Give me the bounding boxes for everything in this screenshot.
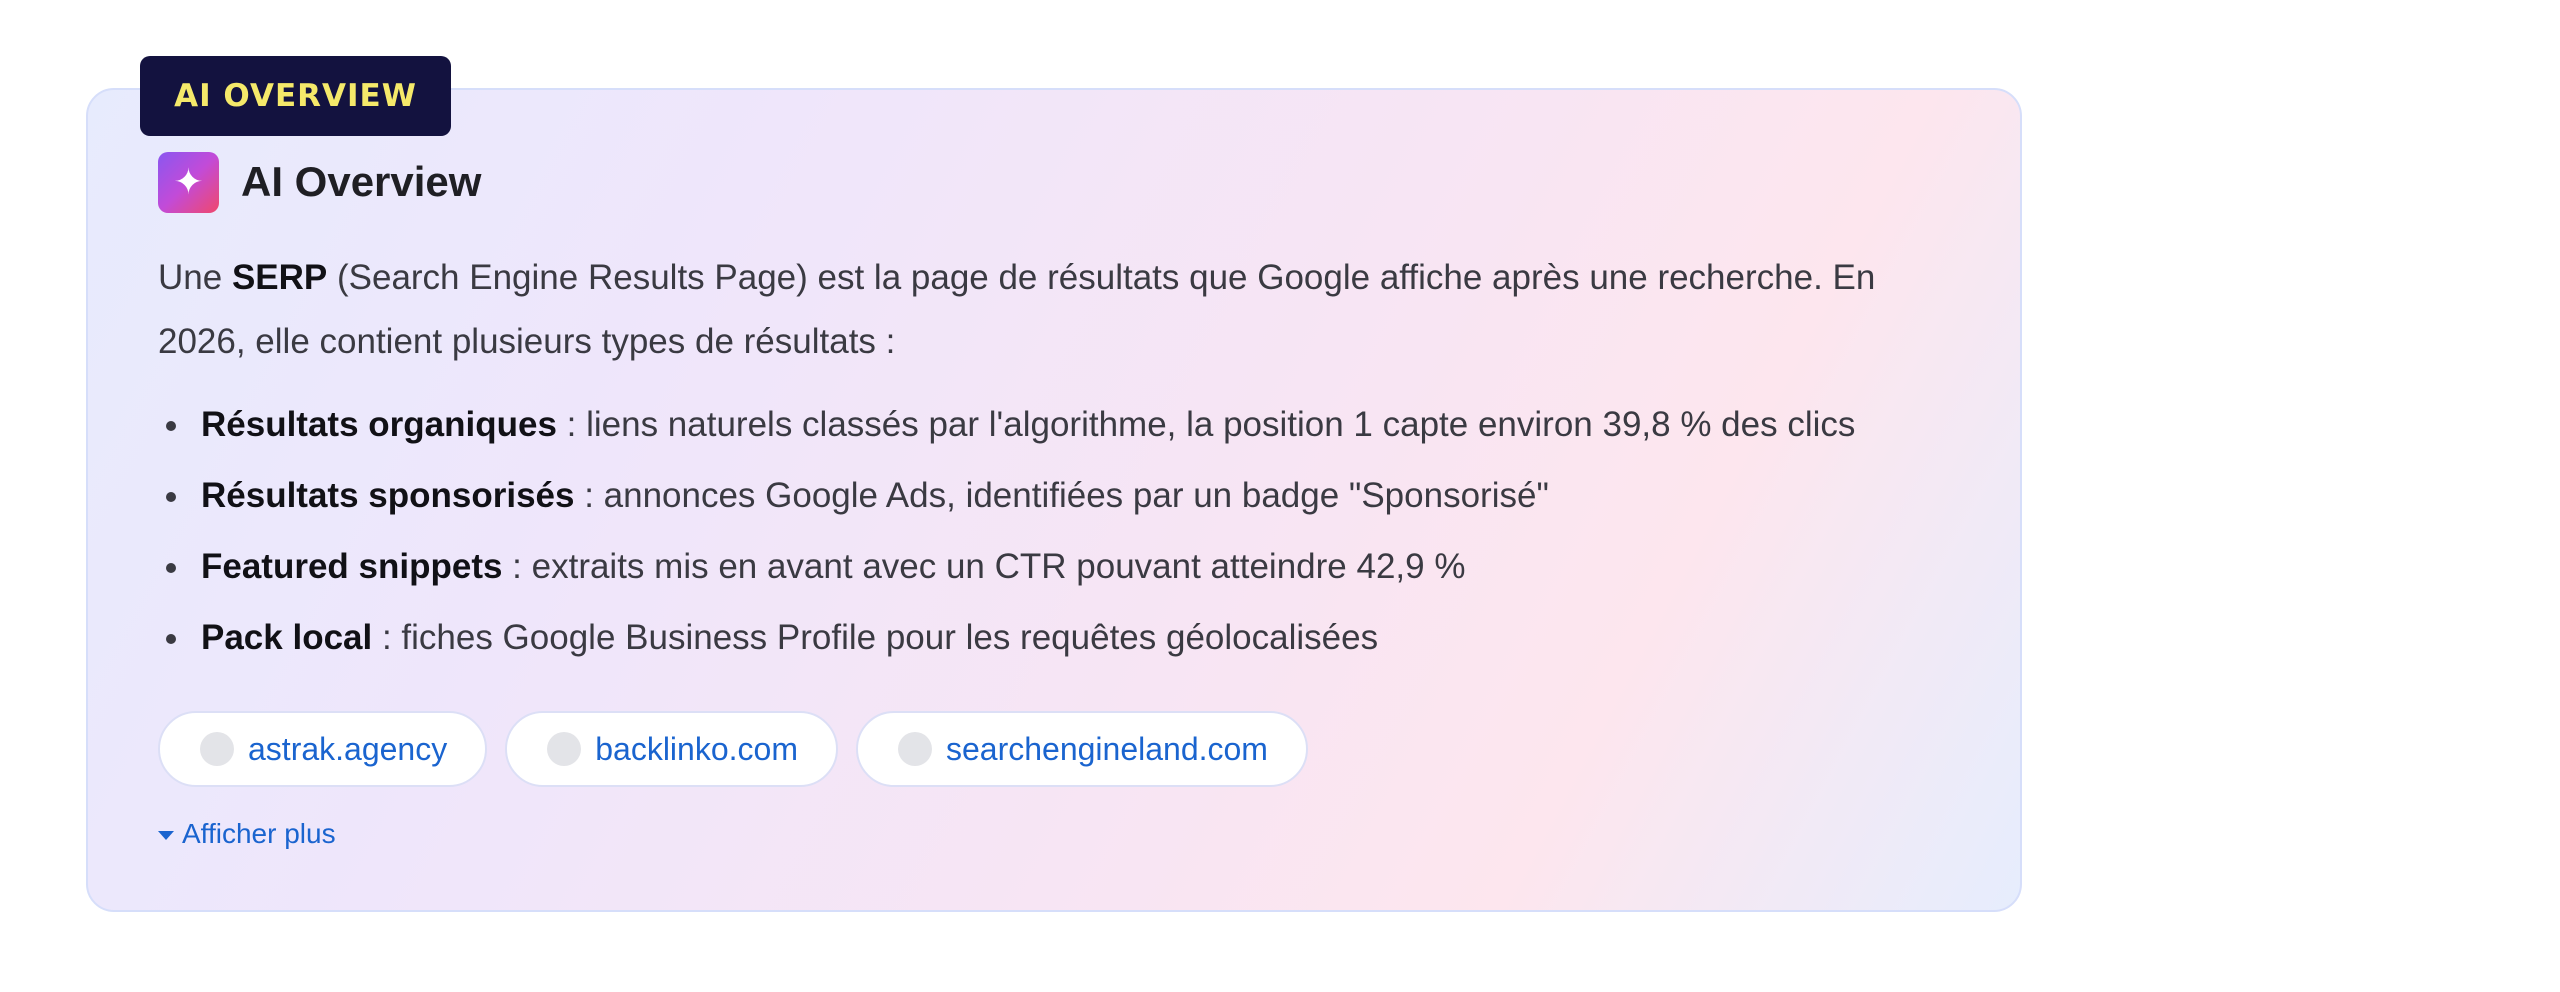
list-item: Résultats organiques : liens naturels cl… — [158, 392, 1958, 463]
source-chip-label: backlinko.com — [595, 730, 798, 767]
intro-rest: (Search Engine Results Page) est la page… — [158, 258, 1876, 361]
bullet-dot — [166, 421, 176, 431]
source-chip-backlinko[interactable]: backlinko.com — [505, 711, 838, 787]
source-chip-label: astrak.agency — [248, 730, 448, 767]
show-more-button[interactable]: Afficher plus — [158, 818, 336, 850]
source-chip-label: searchengineland.com — [945, 730, 1268, 767]
list-item-term: Pack local — [201, 618, 373, 657]
favicon-icon — [200, 732, 234, 766]
list-item: Résultats sponsorisés : annonces Google … — [158, 463, 1958, 534]
favicon-icon — [897, 732, 932, 766]
intro-term: SERP — [231, 258, 328, 297]
page: AI OVERVIEW ✦ AI Overview Une SERP (Sear… — [0, 0, 2560, 992]
caret-down-icon — [158, 830, 174, 840]
ai-overview-content: Une SERP (Search Engine Results Page) es… — [158, 246, 1958, 676]
list-item-term: Résultats organiques — [201, 405, 557, 444]
bullet-dot — [166, 492, 176, 502]
source-chip-astrak[interactable]: astrak.agency — [158, 711, 488, 787]
list-item-text: : extraits mis en avant avec un CTR pouv… — [502, 547, 1466, 586]
list-item: Featured snippets : extraits mis en avan… — [158, 534, 1958, 605]
list-item-text: : fiches Google Business Profile pour le… — [372, 618, 1379, 657]
result-types-list: Résultats organiques : liens naturels cl… — [158, 392, 1958, 676]
source-chip-searchengineland[interactable]: searchengineland.com — [855, 711, 1308, 787]
sparkle-icon: ✦ — [158, 151, 219, 213]
ai-overview-header: ✦ AI Overview — [158, 151, 481, 213]
ai-overview-title: AI Overview — [241, 158, 482, 205]
list-item-term: Featured snippets — [201, 547, 503, 586]
favicon-icon — [547, 732, 582, 766]
intro-prefix: Une — [158, 258, 232, 297]
list-item-text: : annonces Google Ads, identifiées par u… — [574, 476, 1549, 515]
bullet-dot — [166, 634, 176, 644]
source-chips: astrak.agency backlinko.com searchengine… — [158, 711, 1308, 787]
intro-paragraph: Une SERP (Search Engine Results Page) es… — [158, 246, 1958, 374]
bullet-dot — [166, 563, 176, 573]
list-item-term: Résultats sponsorisés — [201, 476, 575, 515]
list-item-text: : liens naturels classés par l'algorithm… — [556, 405, 1856, 444]
list-item: Pack local : fiches Google Business Prof… — [158, 605, 1958, 676]
ai-overview-badge: AI OVERVIEW — [140, 56, 451, 136]
show-more-label: Afficher plus — [182, 818, 336, 849]
